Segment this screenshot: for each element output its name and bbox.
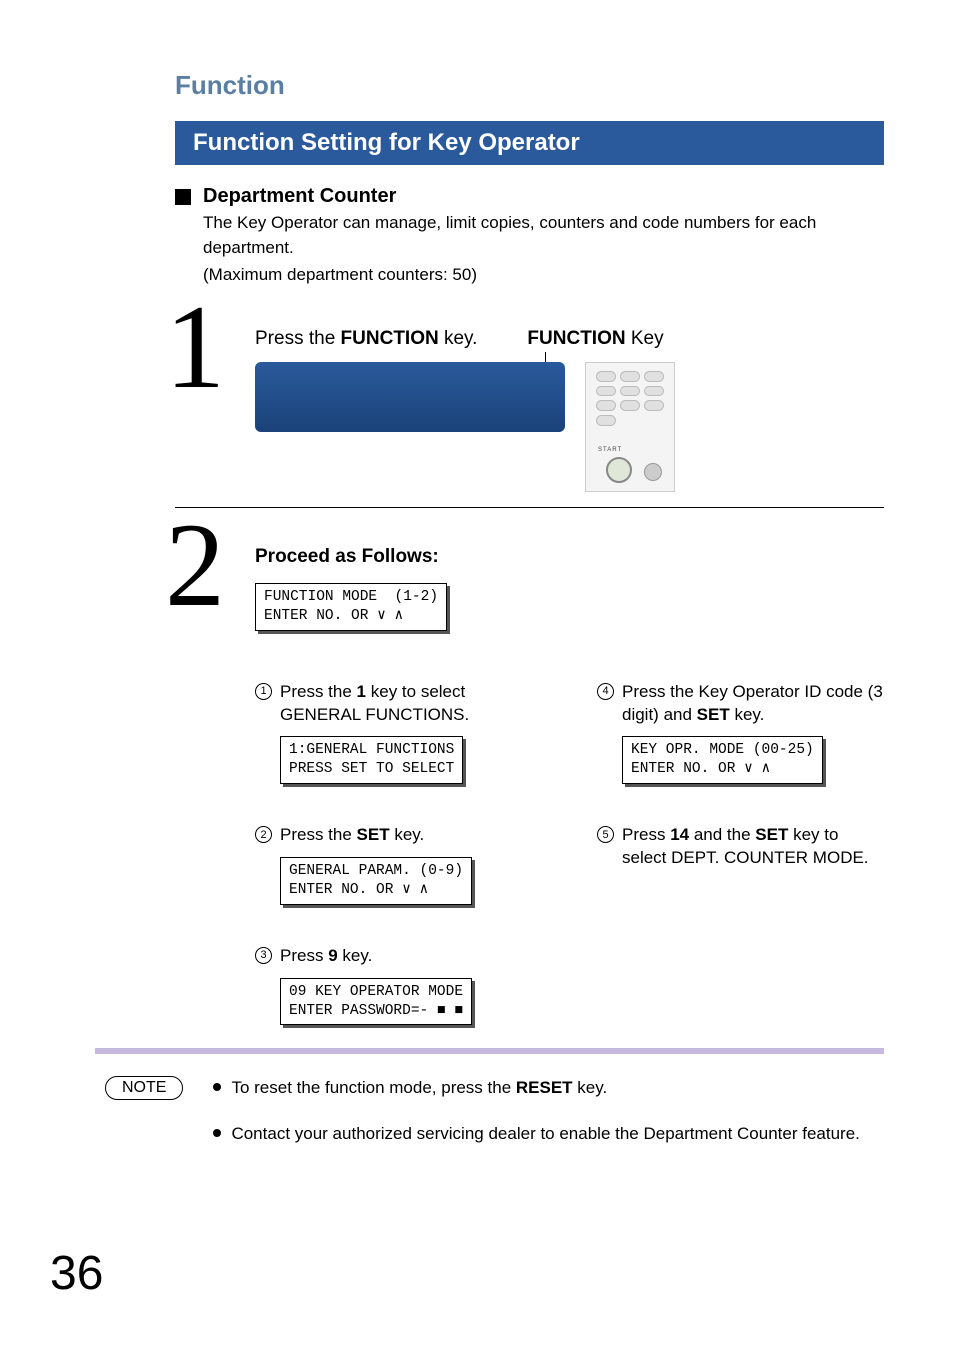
subsection-desc-2: (Maximum department counters: 50) — [203, 263, 884, 288]
substeps-left-column: 1 Press the 1 key to select GENERAL FUNC… — [255, 681, 542, 1026]
lcd-l2: ENTER NO. OR ∨ ∧ — [264, 608, 403, 624]
circled-number-icon: 2 — [255, 826, 272, 843]
page-number: 36 — [50, 1246, 103, 1301]
square-bullet-icon — [175, 189, 191, 205]
start-button-icon — [606, 457, 632, 483]
panel-right-keypad: START — [585, 362, 675, 492]
substep-1-text: Press the 1 key to select GENERAL FUNCTI… — [280, 681, 542, 727]
lcd-substep-3: 09 KEY OPERATOR MODE ENTER PASSWORD=- ■ … — [280, 978, 472, 1026]
lcd-display-main: FUNCTION MODE (1-2) ENTER NO. OR ∨ ∧ — [255, 583, 447, 631]
step2-heading: Proceed as Follows: — [255, 546, 884, 568]
substep-4-text: Press the Key Operator ID code (3 digit)… — [622, 681, 884, 727]
substeps-right-column: 4 Press the Key Operator ID code (3 digi… — [597, 681, 884, 1026]
step1-text: Press the FUNCTION key. — [255, 328, 477, 350]
lcd-l1: FUNCTION MODE (1-2) — [264, 589, 438, 605]
function-key-callout: FUNCTION Key — [527, 328, 663, 350]
panel-left-illustration — [255, 362, 565, 432]
step-number-2: 2 — [165, 511, 255, 1026]
page-content: Function Function Setting for Key Operat… — [0, 0, 954, 1075]
control-panel-illustration: START — [255, 362, 675, 497]
substep-3: 3 Press 9 key. 09 KEY OPERATOR MODE ENTE… — [255, 945, 542, 1026]
substep-2: 2 Press the SET key. GENERAL PARAM. (0-9… — [255, 824, 542, 905]
circled-number-icon: 1 — [255, 683, 272, 700]
lcd-substep-2: GENERAL PARAM. (0-9) ENTER NO. OR ∨ ∧ — [280, 857, 472, 905]
substep-5: 5 Press 14 and the SET key to select DEP… — [597, 824, 884, 870]
start-label: START — [598, 447, 622, 453]
subsection-desc-1: The Key Operator can manage, limit copie… — [203, 211, 884, 260]
bullet-icon — [213, 1083, 221, 1091]
title-bar: Function Setting for Key Operator — [175, 121, 884, 165]
callout-suffix: Key — [626, 328, 664, 349]
section-heading: Function — [175, 70, 884, 101]
step-1: 1 Press the FUNCTION key. FUNCTION Key — [175, 308, 884, 497]
subsection-header: Department Counter The Key Operator can … — [175, 185, 884, 288]
step1-prefix: Press the — [255, 328, 341, 349]
substep-1: 1 Press the 1 key to select GENERAL FUNC… — [255, 681, 542, 785]
note-item-1: To reset the function mode, press the RE… — [213, 1076, 859, 1100]
lcd-substep-4: KEY OPR. MODE (00-25) ENTER NO. OR ∨ ∧ — [622, 736, 823, 784]
substep-2-text: Press the SET key. — [280, 824, 424, 847]
substep-4: 4 Press the Key Operator ID code (3 digi… — [597, 681, 884, 785]
note-label: NOTE — [105, 1076, 183, 1100]
reset-button-icon — [644, 463, 662, 481]
circled-number-icon: 5 — [597, 826, 614, 843]
circled-number-icon: 4 — [597, 683, 614, 700]
substep-5-text: Press 14 and the SET key to select DEPT.… — [622, 824, 884, 870]
substep-3-text: Press 9 key. — [280, 945, 372, 968]
step1-bold: FUNCTION — [341, 328, 439, 349]
note-divider-bar — [95, 1048, 884, 1054]
note-block: NOTE To reset the function mode, press t… — [95, 1048, 884, 1168]
note-list: To reset the function mode, press the RE… — [213, 1076, 859, 1168]
subsection-title: Department Counter — [203, 185, 884, 208]
step-number-1: 1 — [165, 293, 255, 497]
lcd-substep-1: 1:GENERAL FUNCTIONS PRESS SET TO SELECT — [280, 736, 463, 784]
note-item-2: Contact your authorized servicing dealer… — [213, 1122, 859, 1146]
circled-number-icon: 3 — [255, 947, 272, 964]
callout-bold: FUNCTION — [527, 328, 625, 349]
step-2: 2 Proceed as Follows: FUNCTION MODE (1-2… — [175, 526, 884, 1026]
step-divider — [175, 507, 884, 508]
bullet-icon — [213, 1129, 221, 1137]
step1-suffix: key. — [439, 328, 478, 349]
